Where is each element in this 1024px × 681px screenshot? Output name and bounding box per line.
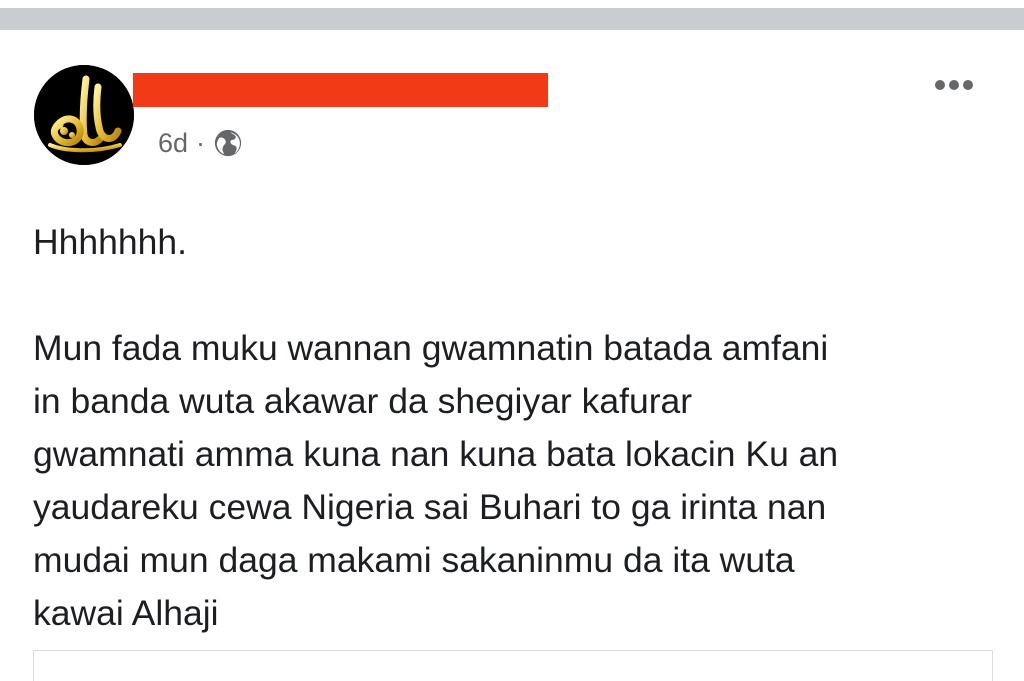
post-timestamp[interactable]: 6d [158, 128, 188, 159]
post-text-line: gwamnati amma kuna nan kuna bata lokacin… [33, 434, 839, 474]
meta-separator: · [196, 127, 206, 158]
feed-divider [0, 0, 1024, 30]
post-card: 6d · Hhhhhhh. Mun fada muku wannan gwamn… [0, 30, 1024, 666]
globe-icon [214, 129, 242, 157]
more-options-icon-dot [963, 80, 973, 90]
post-text-line: kawai Alhaji [33, 593, 219, 633]
post-text: Hhhhhhh. Mun fada muku wannan gwamnatin … [33, 216, 993, 640]
more-options-button[interactable] [928, 70, 980, 100]
post-text-line: yaudareku cewa Nigeria sai Buhari to ga … [33, 487, 827, 527]
post-text-body: Mun fada muku wannan gwamnatin batada am… [33, 322, 993, 640]
more-options-icon [935, 80, 945, 90]
allah-calligraphy-logo-icon [34, 65, 134, 165]
post-text-first-line: Hhhhhhh. [33, 222, 187, 262]
feed-divider-bar [0, 8, 1024, 30]
author-name-redacted[interactable] [133, 73, 548, 107]
post-meta: 6d · [158, 126, 243, 160]
post-text-line: mudai mun daga makami sakaninmu da ita w… [33, 540, 795, 580]
author-avatar[interactable] [34, 65, 134, 165]
more-options-icon-dot [949, 80, 959, 90]
post-text-line: in banda wuta akawar da shegiyar kafurar [33, 381, 693, 421]
post-text-line: Mun fada muku wannan gwamnatin batada am… [33, 328, 829, 368]
